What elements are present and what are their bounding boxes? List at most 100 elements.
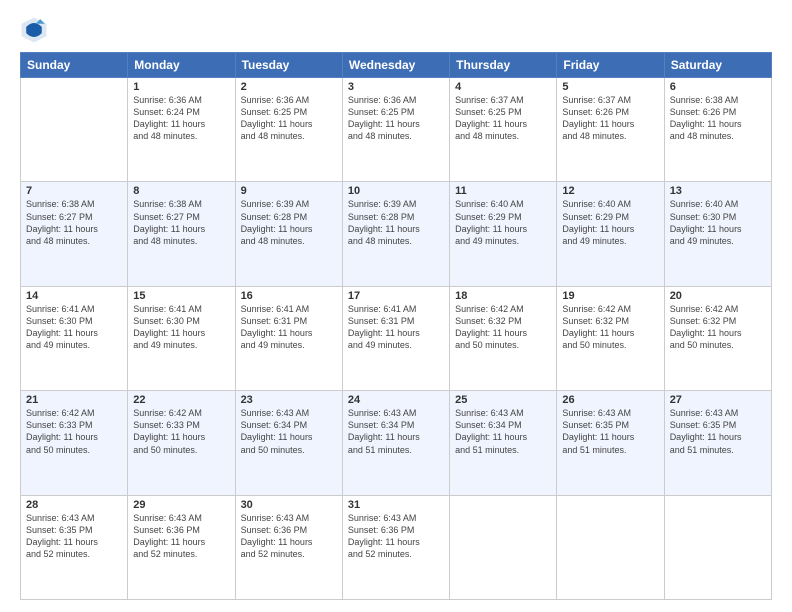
calendar-cell: 23Sunrise: 6:43 AM Sunset: 6:34 PM Dayli… [235,391,342,495]
calendar-day-header: Thursday [450,53,557,78]
calendar-cell: 15Sunrise: 6:41 AM Sunset: 6:30 PM Dayli… [128,286,235,390]
day-info: Sunrise: 6:43 AM Sunset: 6:34 PM Dayligh… [455,407,551,456]
calendar-cell: 13Sunrise: 6:40 AM Sunset: 6:30 PM Dayli… [664,182,771,286]
calendar-cell: 24Sunrise: 6:43 AM Sunset: 6:34 PM Dayli… [342,391,449,495]
day-number: 7 [26,185,122,197]
calendar-cell: 31Sunrise: 6:43 AM Sunset: 6:36 PM Dayli… [342,495,449,599]
day-number: 22 [133,394,229,406]
calendar-cell: 5Sunrise: 6:37 AM Sunset: 6:26 PM Daylig… [557,78,664,182]
day-number: 6 [670,81,766,93]
calendar-cell: 7Sunrise: 6:38 AM Sunset: 6:27 PM Daylig… [21,182,128,286]
calendar-day-header: Tuesday [235,53,342,78]
calendar-cell: 6Sunrise: 6:38 AM Sunset: 6:26 PM Daylig… [664,78,771,182]
calendar-cell: 11Sunrise: 6:40 AM Sunset: 6:29 PM Dayli… [450,182,557,286]
day-number: 25 [455,394,551,406]
day-info: Sunrise: 6:43 AM Sunset: 6:35 PM Dayligh… [26,512,122,561]
calendar-cell: 12Sunrise: 6:40 AM Sunset: 6:29 PM Dayli… [557,182,664,286]
day-info: Sunrise: 6:36 AM Sunset: 6:25 PM Dayligh… [348,94,444,143]
calendar-cell: 4Sunrise: 6:37 AM Sunset: 6:25 PM Daylig… [450,78,557,182]
day-info: Sunrise: 6:38 AM Sunset: 6:27 PM Dayligh… [26,198,122,247]
calendar-cell: 17Sunrise: 6:41 AM Sunset: 6:31 PM Dayli… [342,286,449,390]
day-number: 31 [348,499,444,511]
day-info: Sunrise: 6:37 AM Sunset: 6:25 PM Dayligh… [455,94,551,143]
day-number: 17 [348,290,444,302]
calendar-cell: 14Sunrise: 6:41 AM Sunset: 6:30 PM Dayli… [21,286,128,390]
calendar-cell: 25Sunrise: 6:43 AM Sunset: 6:34 PM Dayli… [450,391,557,495]
calendar-cell: 21Sunrise: 6:42 AM Sunset: 6:33 PM Dayli… [21,391,128,495]
calendar-day-header: Sunday [21,53,128,78]
calendar-cell: 10Sunrise: 6:39 AM Sunset: 6:28 PM Dayli… [342,182,449,286]
calendar-week-row: 7Sunrise: 6:38 AM Sunset: 6:27 PM Daylig… [21,182,772,286]
calendar-cell [450,495,557,599]
day-info: Sunrise: 6:36 AM Sunset: 6:24 PM Dayligh… [133,94,229,143]
calendar-cell: 26Sunrise: 6:43 AM Sunset: 6:35 PM Dayli… [557,391,664,495]
calendar-table: SundayMondayTuesdayWednesdayThursdayFrid… [20,52,772,600]
calendar-cell: 2Sunrise: 6:36 AM Sunset: 6:25 PM Daylig… [235,78,342,182]
calendar-cell: 8Sunrise: 6:38 AM Sunset: 6:27 PM Daylig… [128,182,235,286]
day-info: Sunrise: 6:42 AM Sunset: 6:32 PM Dayligh… [562,303,658,352]
calendar-cell: 27Sunrise: 6:43 AM Sunset: 6:35 PM Dayli… [664,391,771,495]
day-number: 18 [455,290,551,302]
day-info: Sunrise: 6:43 AM Sunset: 6:36 PM Dayligh… [133,512,229,561]
calendar-cell: 30Sunrise: 6:43 AM Sunset: 6:36 PM Dayli… [235,495,342,599]
day-number: 23 [241,394,337,406]
day-number: 1 [133,81,229,93]
day-number: 16 [241,290,337,302]
day-number: 26 [562,394,658,406]
calendar-cell: 1Sunrise: 6:36 AM Sunset: 6:24 PM Daylig… [128,78,235,182]
day-number: 9 [241,185,337,197]
day-number: 4 [455,81,551,93]
day-number: 10 [348,185,444,197]
calendar-week-row: 21Sunrise: 6:42 AM Sunset: 6:33 PM Dayli… [21,391,772,495]
calendar-cell: 28Sunrise: 6:43 AM Sunset: 6:35 PM Dayli… [21,495,128,599]
calendar-cell: 18Sunrise: 6:42 AM Sunset: 6:32 PM Dayli… [450,286,557,390]
day-number: 11 [455,185,551,197]
calendar-cell [21,78,128,182]
day-number: 21 [26,394,122,406]
day-info: Sunrise: 6:42 AM Sunset: 6:32 PM Dayligh… [455,303,551,352]
day-number: 27 [670,394,766,406]
day-info: Sunrise: 6:38 AM Sunset: 6:26 PM Dayligh… [670,94,766,143]
logo-icon [20,16,48,44]
day-info: Sunrise: 6:38 AM Sunset: 6:27 PM Dayligh… [133,198,229,247]
calendar-day-header: Saturday [664,53,771,78]
day-number: 12 [562,185,658,197]
day-info: Sunrise: 6:43 AM Sunset: 6:35 PM Dayligh… [670,407,766,456]
day-number: 2 [241,81,337,93]
calendar-week-row: 1Sunrise: 6:36 AM Sunset: 6:24 PM Daylig… [21,78,772,182]
day-info: Sunrise: 6:41 AM Sunset: 6:31 PM Dayligh… [348,303,444,352]
day-info: Sunrise: 6:41 AM Sunset: 6:30 PM Dayligh… [133,303,229,352]
day-info: Sunrise: 6:43 AM Sunset: 6:34 PM Dayligh… [348,407,444,456]
calendar-day-header: Friday [557,53,664,78]
day-info: Sunrise: 6:43 AM Sunset: 6:36 PM Dayligh… [348,512,444,561]
day-info: Sunrise: 6:42 AM Sunset: 6:33 PM Dayligh… [133,407,229,456]
day-number: 19 [562,290,658,302]
header [20,16,772,44]
day-number: 28 [26,499,122,511]
day-number: 15 [133,290,229,302]
day-info: Sunrise: 6:42 AM Sunset: 6:32 PM Dayligh… [670,303,766,352]
day-info: Sunrise: 6:41 AM Sunset: 6:30 PM Dayligh… [26,303,122,352]
day-info: Sunrise: 6:40 AM Sunset: 6:29 PM Dayligh… [455,198,551,247]
day-number: 24 [348,394,444,406]
day-number: 30 [241,499,337,511]
day-number: 13 [670,185,766,197]
day-info: Sunrise: 6:36 AM Sunset: 6:25 PM Dayligh… [241,94,337,143]
day-number: 20 [670,290,766,302]
day-number: 14 [26,290,122,302]
calendar-cell [664,495,771,599]
day-info: Sunrise: 6:42 AM Sunset: 6:33 PM Dayligh… [26,407,122,456]
calendar-week-row: 28Sunrise: 6:43 AM Sunset: 6:35 PM Dayli… [21,495,772,599]
calendar-header-row: SundayMondayTuesdayWednesdayThursdayFrid… [21,53,772,78]
calendar-cell: 19Sunrise: 6:42 AM Sunset: 6:32 PM Dayli… [557,286,664,390]
day-number: 3 [348,81,444,93]
calendar-day-header: Monday [128,53,235,78]
day-number: 5 [562,81,658,93]
day-info: Sunrise: 6:40 AM Sunset: 6:30 PM Dayligh… [670,198,766,247]
day-info: Sunrise: 6:37 AM Sunset: 6:26 PM Dayligh… [562,94,658,143]
day-info: Sunrise: 6:41 AM Sunset: 6:31 PM Dayligh… [241,303,337,352]
day-info: Sunrise: 6:39 AM Sunset: 6:28 PM Dayligh… [348,198,444,247]
day-number: 8 [133,185,229,197]
calendar-cell: 22Sunrise: 6:42 AM Sunset: 6:33 PM Dayli… [128,391,235,495]
page: SundayMondayTuesdayWednesdayThursdayFrid… [0,0,792,612]
